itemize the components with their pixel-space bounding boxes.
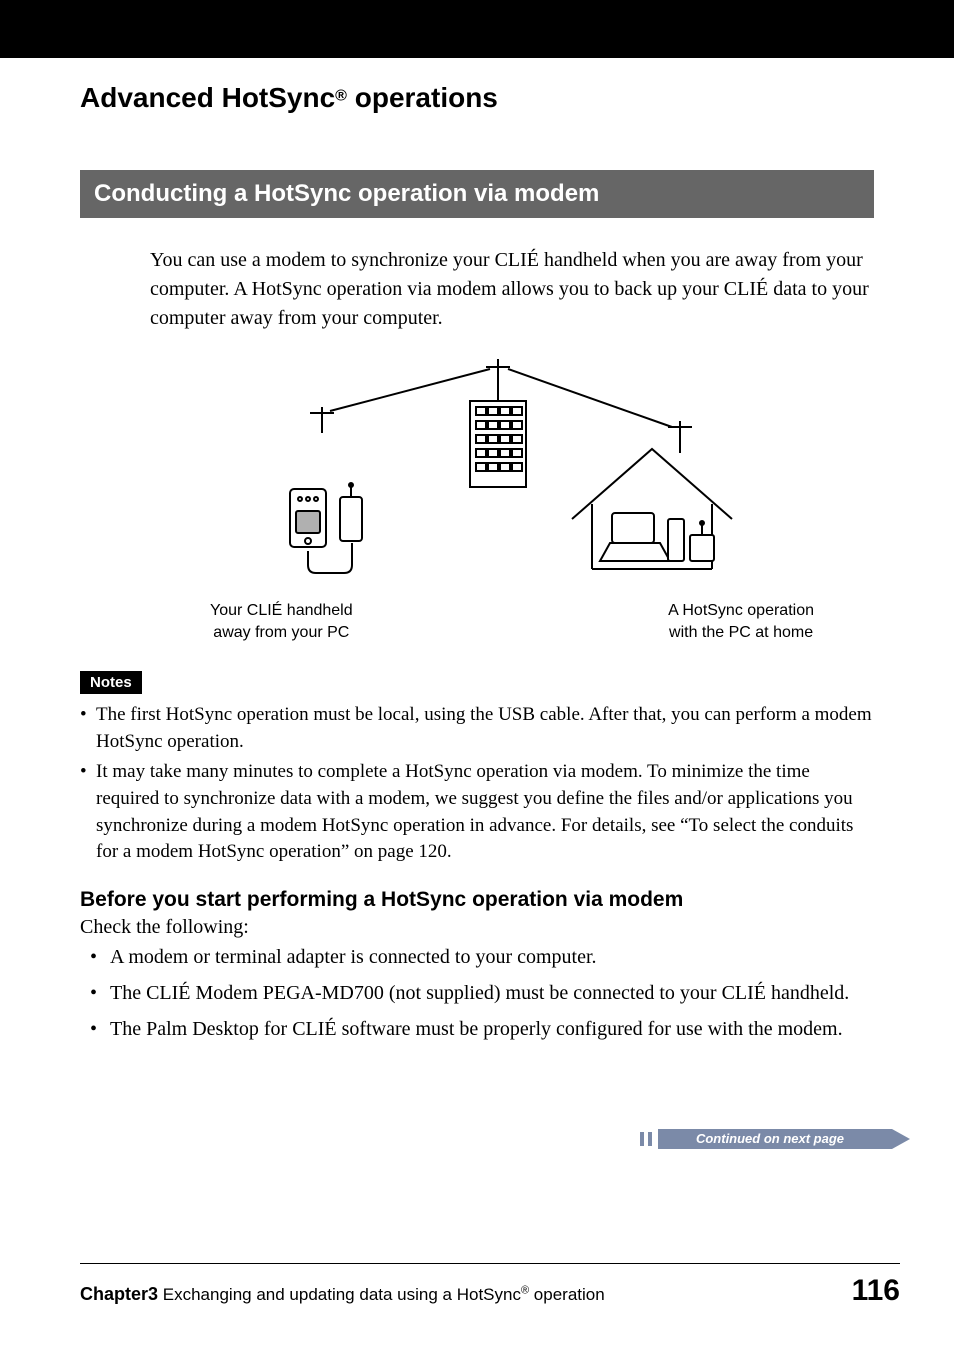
- bullet-icon: •: [90, 979, 97, 1007]
- before-list: • A modem or terminal adapter is connecte…: [80, 943, 874, 1043]
- page-footer: Chapter3 Exchanging and updating data us…: [80, 1263, 900, 1308]
- notes-list: • The first HotSync operation must be loc…: [80, 702, 874, 866]
- before-heading: Before you start performing a HotSync op…: [80, 888, 874, 912]
- before-item-text: The Palm Desktop for CLIÉ software must …: [110, 1018, 843, 1040]
- check-following-text: Check the following:: [80, 916, 874, 939]
- list-item: • The Palm Desktop for CLIÉ software must…: [80, 1015, 874, 1043]
- note-text: The first HotSync operation must be loca…: [96, 704, 872, 752]
- section-heading: Conducting a HotSync operation via modem: [80, 170, 874, 218]
- footer-chapter-pre: Exchanging and updating data using a Hot…: [158, 1285, 521, 1304]
- diagram-caption-right: A HotSync operation with the PC at home: [668, 600, 814, 643]
- bullet-icon: •: [90, 1015, 97, 1043]
- note-text: It may take many minutes to complete a H…: [96, 761, 853, 862]
- modem-diagram: [150, 359, 874, 594]
- registered-trademark-icon: ®: [521, 1284, 529, 1296]
- before-item-text: A modem or terminal adapter is connected…: [110, 946, 597, 968]
- list-item: • The first HotSync operation must be loc…: [80, 702, 874, 755]
- continued-text: Continued on next page: [696, 1131, 844, 1146]
- chapter-title-pre: Advanced HotSync: [80, 82, 335, 113]
- footer-chapter-bold: Chapter3: [80, 1284, 158, 1304]
- intro-paragraph: You can use a modem to synchronize your …: [150, 246, 874, 333]
- notes-label: Notes: [80, 671, 142, 694]
- footer-chapter-text: Chapter3 Exchanging and updating data us…: [80, 1284, 605, 1305]
- bullet-icon: •: [80, 759, 87, 786]
- diagram-caption-left: Your CLIÉ handheld away from your PC: [210, 600, 353, 643]
- chapter-title: Advanced HotSync® operations: [80, 82, 874, 114]
- caption-right-line2: with the PC at home: [669, 624, 813, 641]
- caption-left-line2: away from your PC: [213, 624, 349, 641]
- list-item: • The CLIÉ Modem PEGA-MD700 (not supplied…: [80, 979, 874, 1007]
- caption-right-line1: A HotSync operation: [668, 602, 814, 619]
- page-number: 116: [852, 1274, 900, 1308]
- footer-chapter-post: operation: [529, 1285, 605, 1304]
- caption-left-line1: Your CLIÉ handheld: [210, 602, 353, 619]
- list-item: • A modem or terminal adapter is connecte…: [80, 943, 874, 971]
- before-item-text: The CLIÉ Modem PEGA-MD700 (not supplied)…: [110, 982, 849, 1004]
- chapter-title-post: operations: [347, 82, 498, 113]
- continued-badge: Continued on next page: [640, 1126, 910, 1157]
- bullet-icon: •: [80, 702, 87, 729]
- list-item: • It may take many minutes to complete a …: [80, 759, 874, 865]
- bullet-icon: •: [90, 943, 97, 971]
- registered-trademark-icon: ®: [335, 88, 347, 105]
- header-bar: [0, 0, 954, 58]
